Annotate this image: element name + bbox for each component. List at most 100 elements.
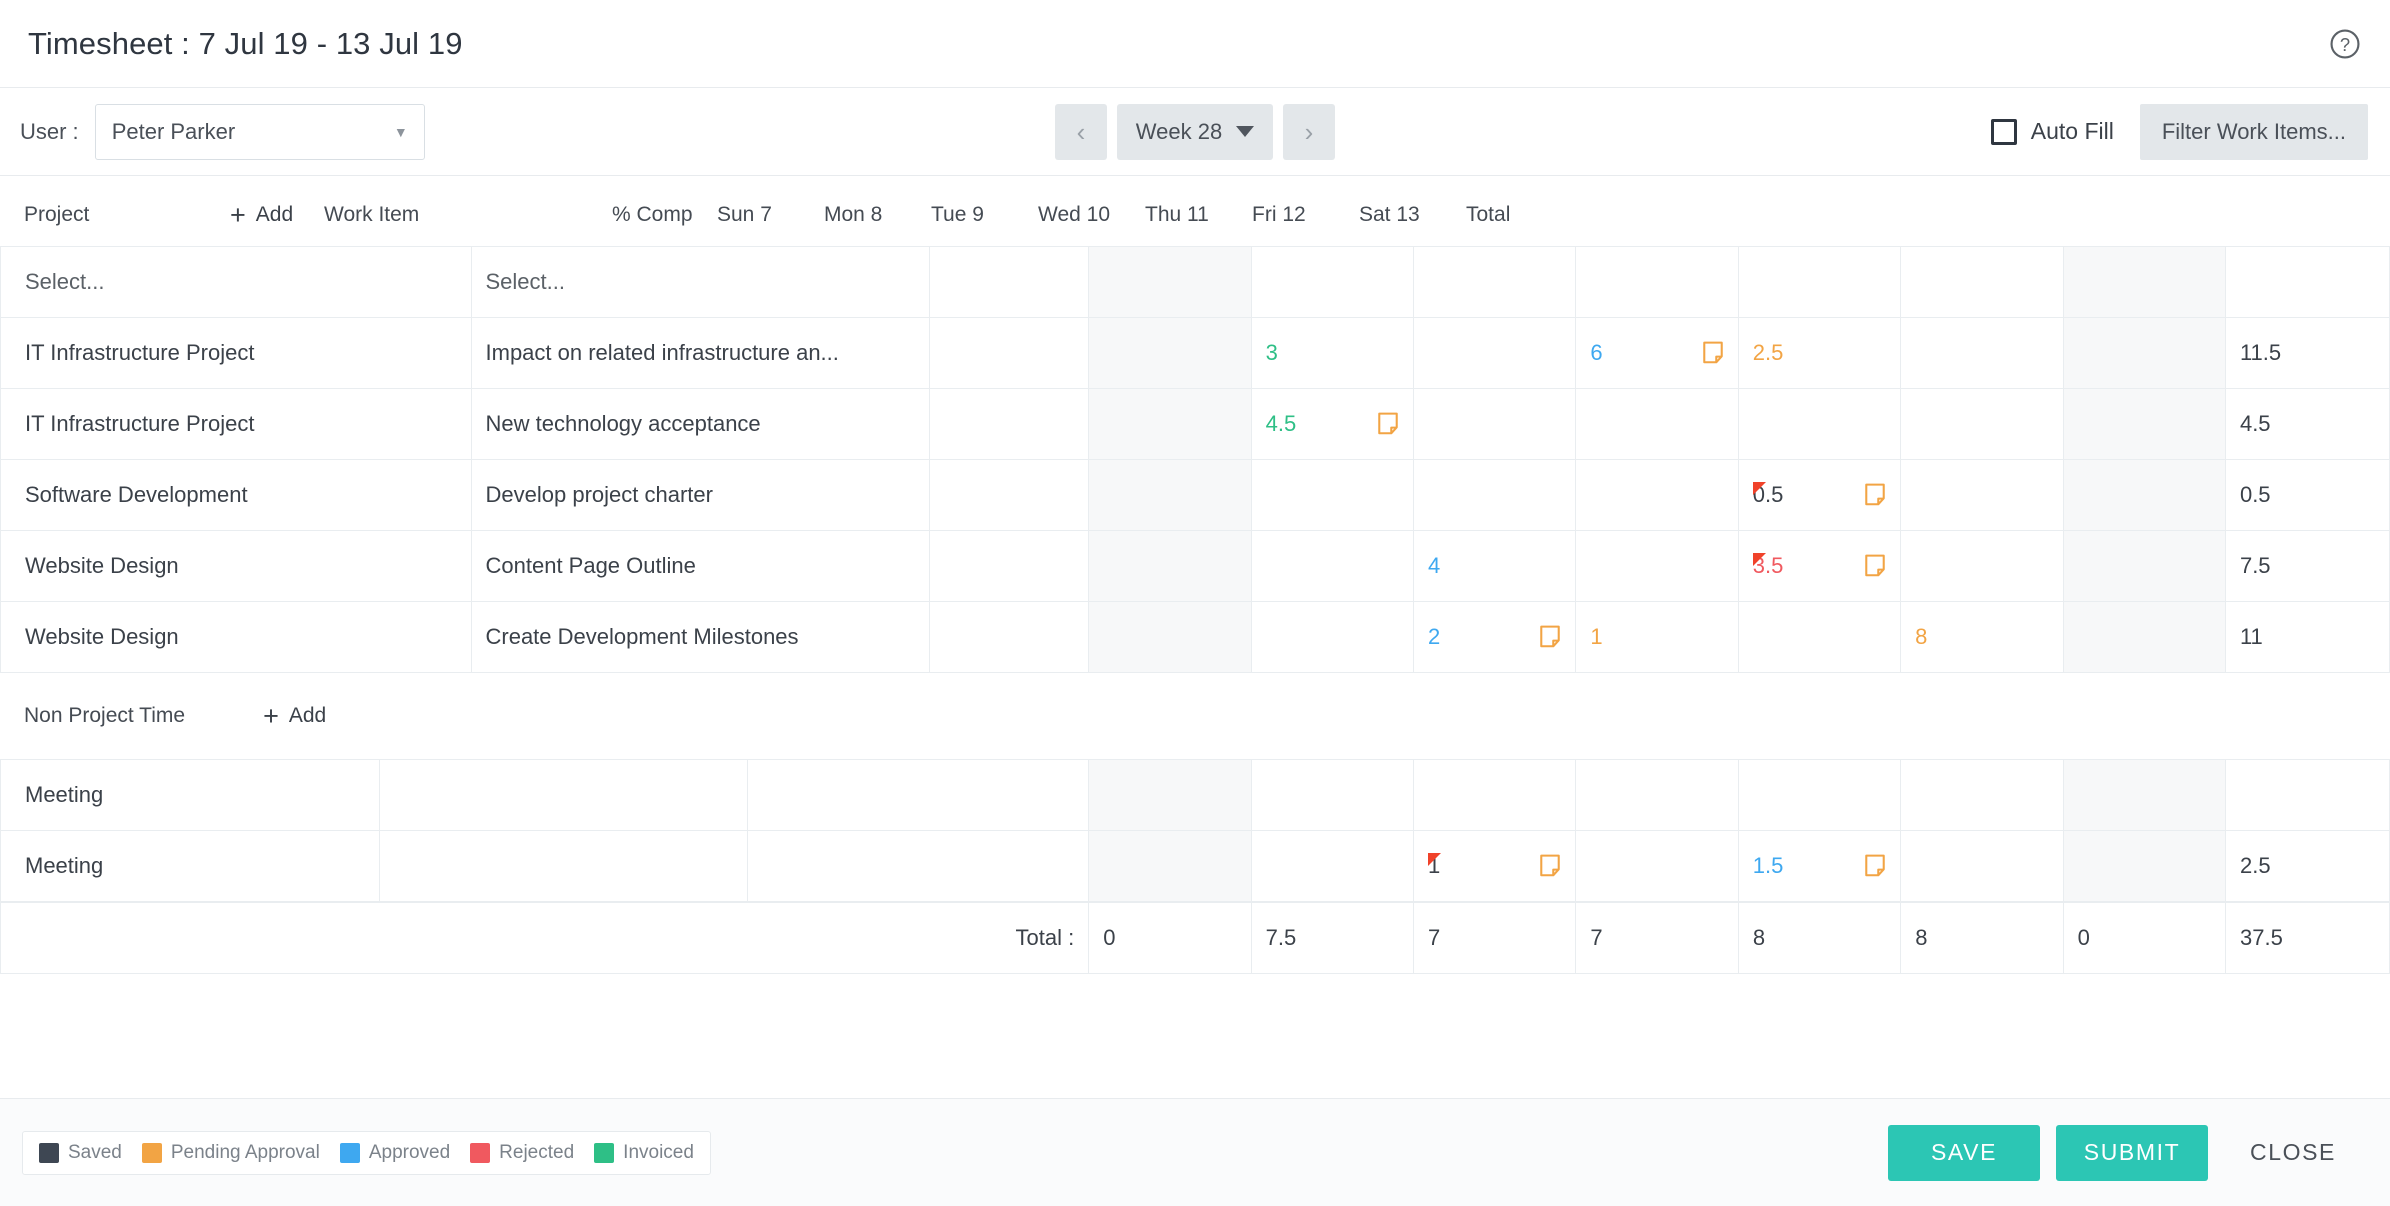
add-project-row-button[interactable]: + Add: [230, 201, 310, 229]
project-day-cell-6[interactable]: [2062, 317, 2226, 389]
project-day-cell-2[interactable]: [1412, 459, 1577, 531]
project-day-cell-3[interactable]: [1575, 246, 1739, 318]
non-project-day-cell-0[interactable]: [1088, 759, 1252, 831]
non-project-name-cell[interactable]: Meeting: [0, 759, 381, 831]
project-day-cell-6[interactable]: [2062, 601, 2226, 673]
help-button[interactable]: ?: [2328, 27, 2362, 61]
non-project-day-cell-0[interactable]: [1088, 830, 1252, 902]
note-icon[interactable]: [1702, 341, 1724, 365]
percent-complete-cell[interactable]: [928, 388, 1090, 460]
add-non-project-row-button[interactable]: + Add: [263, 700, 326, 731]
project-day-cell-5[interactable]: [1900, 317, 2064, 389]
note-icon[interactable]: [1539, 854, 1561, 878]
project-day-cell-2[interactable]: [1412, 246, 1577, 318]
note-icon[interactable]: [1377, 412, 1399, 436]
prev-week-button[interactable]: ‹: [1055, 103, 1107, 160]
non-project-name-cell[interactable]: Meeting: [0, 830, 381, 902]
next-week-button[interactable]: ›: [1283, 103, 1335, 160]
note-icon[interactable]: [1864, 554, 1886, 578]
project-day-value: 2.5: [1752, 340, 1784, 365]
project-day-cell-4[interactable]: 2.5: [1737, 317, 1902, 389]
non-project-day-cell-3[interactable]: [1575, 759, 1739, 831]
non-project-day-cell-4[interactable]: 1.5: [1737, 830, 1902, 902]
project-day-cell-6[interactable]: [2062, 246, 2226, 318]
percent-complete-cell[interactable]: [928, 601, 1090, 673]
filter-work-items-button[interactable]: Filter Work Items...: [2139, 103, 2368, 160]
close-button[interactable]: CLOSE: [2224, 1139, 2362, 1166]
project-cell[interactable]: IT Infrastructure Project: [0, 388, 472, 460]
project-day-cell-3[interactable]: 6: [1575, 317, 1739, 389]
work-item-cell[interactable]: Create Development Milestones: [470, 601, 930, 673]
project-day-cell-0[interactable]: [1088, 530, 1252, 602]
project-cell[interactable]: Website Design: [0, 601, 472, 673]
non-project-day-cell-2[interactable]: [1413, 759, 1577, 831]
submit-button[interactable]: SUBMIT: [2056, 1124, 2209, 1181]
non-project-day-cell-3[interactable]: [1575, 830, 1739, 902]
project-day-cell-1[interactable]: [1250, 459, 1415, 531]
non-project-day-cell-6[interactable]: [2062, 759, 2226, 831]
percent-complete-cell[interactable]: [928, 530, 1090, 602]
user-select[interactable]: Peter Parker ▼: [94, 103, 425, 160]
project-day-value: 3: [1265, 340, 1278, 365]
project-day-cell-2[interactable]: 4: [1412, 530, 1577, 602]
week-select-button[interactable]: Week 28: [1117, 103, 1273, 160]
project-day-cell-0[interactable]: [1088, 246, 1252, 318]
non-project-day-cell-2[interactable]: 1: [1413, 830, 1577, 902]
project-day-cell-2[interactable]: 2: [1412, 601, 1577, 673]
project-cell[interactable]: IT Infrastructure Project: [0, 317, 472, 389]
project-day-cell-4[interactable]: 0.5: [1737, 459, 1902, 531]
project-cell[interactable]: Software Development: [0, 459, 472, 531]
project-day-cell-3[interactable]: [1575, 388, 1739, 460]
project-day-cell-1[interactable]: 4.5: [1250, 388, 1415, 460]
project-day-cell-6[interactable]: [2062, 459, 2226, 531]
note-icon[interactable]: [1864, 854, 1886, 878]
save-button[interactable]: SAVE: [1888, 1124, 2041, 1181]
project-day-cell-4[interactable]: 3.5: [1737, 530, 1902, 602]
plus-icon: +: [263, 700, 279, 731]
project-day-cell-1[interactable]: 3: [1250, 317, 1415, 389]
project-day-cell-0[interactable]: [1088, 388, 1252, 460]
percent-complete-cell[interactable]: [928, 459, 1090, 531]
project-day-cell-3[interactable]: [1575, 459, 1739, 531]
non-project-day-cell-4[interactable]: [1737, 759, 1902, 831]
project-day-cell-5[interactable]: [1900, 530, 2064, 602]
project-day-cell-1[interactable]: [1250, 246, 1415, 318]
project-day-cell-5[interactable]: [1900, 246, 2064, 318]
project-day-cell-1[interactable]: [1250, 530, 1415, 602]
project-day-cell-4[interactable]: [1737, 601, 1902, 673]
checkbox-icon[interactable]: [1990, 118, 2017, 145]
project-day-cell-0[interactable]: [1088, 317, 1252, 389]
non-project-day-cell-5[interactable]: [1900, 830, 2064, 902]
work-item-cell[interactable]: Content Page Outline: [470, 530, 930, 602]
non-project-day-cell-1[interactable]: [1250, 759, 1415, 831]
work-item-cell[interactable]: Develop project charter: [470, 459, 930, 531]
work-item-cell[interactable]: Select...: [470, 246, 930, 318]
percent-complete-cell[interactable]: [928, 246, 1090, 318]
project-day-cell-3[interactable]: 1: [1575, 601, 1739, 673]
work-item-cell[interactable]: Impact on related infrastructure an...: [470, 317, 930, 389]
project-day-cell-0[interactable]: [1088, 459, 1252, 531]
percent-complete-cell[interactable]: [928, 317, 1090, 389]
legend-swatch-icon: [39, 1142, 59, 1163]
non-project-day-cell-6[interactable]: [2062, 830, 2226, 902]
project-day-cell-5[interactable]: 8: [1900, 601, 2064, 673]
project-day-cell-5[interactable]: [1900, 388, 2064, 460]
note-icon[interactable]: [1539, 625, 1561, 649]
note-icon[interactable]: [1864, 483, 1886, 507]
project-day-cell-2[interactable]: [1412, 388, 1577, 460]
project-cell[interactable]: Select...: [0, 246, 472, 318]
non-project-day-cell-1[interactable]: [1250, 830, 1415, 902]
project-day-cell-4[interactable]: [1737, 246, 1902, 318]
project-day-cell-3[interactable]: [1575, 530, 1739, 602]
project-day-cell-6[interactable]: [2062, 388, 2226, 460]
project-day-cell-1[interactable]: [1250, 601, 1415, 673]
work-item-cell[interactable]: New technology acceptance: [470, 388, 930, 460]
project-day-cell-4[interactable]: [1737, 388, 1902, 460]
auto-fill-toggle[interactable]: Auto Fill: [1990, 118, 2114, 145]
non-project-day-cell-5[interactable]: [1900, 759, 2064, 831]
project-day-cell-6[interactable]: [2062, 530, 2226, 602]
project-day-cell-5[interactable]: [1900, 459, 2064, 531]
project-day-cell-0[interactable]: [1088, 601, 1252, 673]
project-cell[interactable]: Website Design: [0, 530, 472, 602]
project-day-cell-2[interactable]: [1412, 317, 1577, 389]
